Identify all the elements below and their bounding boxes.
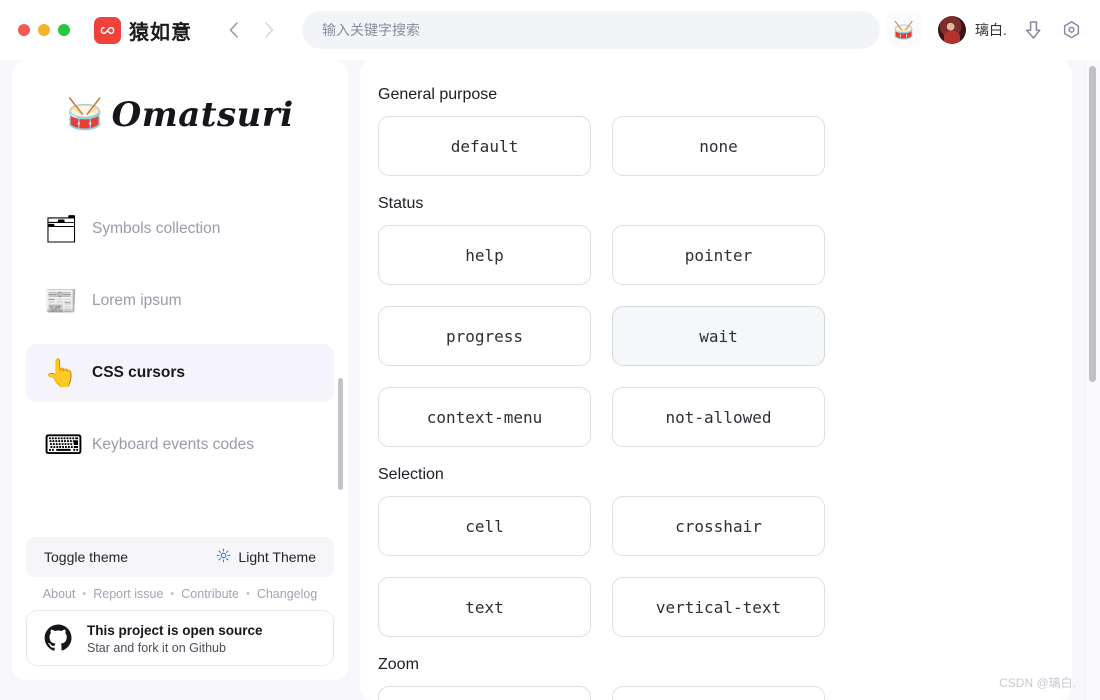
- cursor-grid: cell crosshair text vertical-text: [378, 496, 1042, 637]
- user-block[interactable]: 璃白.: [938, 16, 1007, 44]
- cursor-button-text[interactable]: text: [378, 577, 591, 637]
- section-title: Zoom: [378, 656, 419, 673]
- cursor-button-wait[interactable]: wait: [612, 306, 825, 366]
- omatsuri-wordmark: Omatsuri: [111, 95, 294, 135]
- cursor-button-zoom-out[interactable]: zoom-out: [612, 686, 825, 700]
- section-title: Status: [378, 195, 424, 212]
- cursor-grid: zoom-in zoom-out: [378, 686, 1042, 700]
- app-brand: 猿如意: [94, 16, 192, 45]
- document-icon: 📰: [44, 285, 78, 316]
- keyboard-icon: ⌨: [44, 429, 83, 460]
- page-body: 🥁 Omatsuri 🗂 Symbols collection 📰 Lorem …: [0, 60, 1100, 700]
- theme-name: Light Theme: [238, 549, 316, 565]
- sidebar-item-label: CSS cursors: [92, 364, 186, 381]
- sidebar-item-label: Lorem ipsum: [92, 292, 182, 309]
- sidebar-scrollbar-thumb[interactable]: [338, 378, 343, 490]
- link-separator: •: [245, 588, 250, 600]
- link-separator: •: [82, 588, 87, 600]
- section-status: Status help pointer progress wait contex…: [378, 195, 1042, 447]
- github-card[interactable]: This project is open source Star and for…: [26, 610, 334, 666]
- cursor-grid: default none: [378, 116, 1042, 176]
- search-input[interactable]: [322, 22, 860, 38]
- window-controls: [0, 24, 70, 36]
- watermark: CSDN @璃白.: [999, 676, 1076, 690]
- sidebar-footer: Toggle theme Light Theme About • Report …: [12, 537, 348, 680]
- sidebar-item-symbols-collection[interactable]: 🗂 Symbols collection: [26, 200, 334, 258]
- navigation-arrows: [222, 19, 280, 41]
- omatsuri-logo: 🥁 Omatsuri: [12, 60, 348, 156]
- page-scrollbar-thumb[interactable]: [1089, 66, 1096, 382]
- sidebar-item-lorem-ipsum[interactable]: 📰 Lorem ipsum: [26, 272, 334, 330]
- section-zoom: Zoom zoom-in zoom-out: [378, 656, 1042, 700]
- github-card-title: This project is open source: [87, 622, 263, 638]
- close-window-button[interactable]: [18, 24, 30, 36]
- section-general-purpose: General purpose default none: [378, 86, 1042, 176]
- github-card-text: This project is open source Star and for…: [87, 622, 263, 655]
- sidebar-item-label: Keyboard events codes: [92, 436, 254, 453]
- cursor-button-crosshair[interactable]: crosshair: [612, 496, 825, 556]
- sidebar-item-keyboard-events-codes[interactable]: ⌨ Keyboard events codes: [26, 416, 334, 474]
- main-panel: General purpose default none Status help…: [360, 60, 1072, 700]
- link-contribute[interactable]: Contribute: [181, 587, 239, 601]
- avatar: [938, 16, 966, 44]
- symbols-icon: 🗂: [44, 213, 79, 244]
- link-report-issue[interactable]: Report issue: [93, 587, 163, 601]
- search-bar[interactable]: [302, 11, 880, 49]
- link-separator: •: [170, 588, 175, 600]
- cursor-button-zoom-in[interactable]: zoom-in: [378, 686, 591, 700]
- footer-links: About • Report issue • Contribute • Chan…: [26, 577, 334, 610]
- user-name: 璃白.: [975, 22, 1007, 38]
- cursor-button-cell[interactable]: cell: [378, 496, 591, 556]
- cursor-button-default[interactable]: default: [378, 116, 591, 176]
- header-icons: [1023, 19, 1083, 41]
- github-card-subtitle: Star and fork it on Github: [87, 640, 226, 655]
- sidebar: 🥁 Omatsuri 🗂 Symbols collection 📰 Lorem …: [12, 60, 348, 680]
- github-icon: [43, 623, 73, 653]
- sun-icon: [216, 548, 231, 566]
- app-logo-icon: [94, 16, 121, 44]
- maximize-window-button[interactable]: [58, 24, 70, 36]
- cursor-button-pointer[interactable]: pointer: [612, 225, 825, 285]
- drummer-icon: 🥁: [66, 98, 104, 131]
- titlebar: 猿如意 🥁 璃白.: [0, 0, 1100, 60]
- section-title: General purpose: [378, 86, 498, 103]
- cursor-button-context-menu[interactable]: context-menu: [378, 387, 591, 447]
- omatsuri-tab-icon[interactable]: 🥁: [886, 12, 922, 48]
- forward-icon[interactable]: [258, 19, 280, 41]
- cursor-button-help[interactable]: help: [378, 225, 591, 285]
- link-changelog[interactable]: Changelog: [257, 587, 317, 601]
- toggle-theme-label: Toggle theme: [44, 549, 129, 565]
- cursor-button-not-allowed[interactable]: not-allowed: [612, 387, 825, 447]
- pointing-hand-icon: 👆: [44, 357, 78, 388]
- download-icon[interactable]: [1023, 19, 1045, 41]
- settings-icon[interactable]: [1061, 19, 1083, 41]
- link-about[interactable]: About: [43, 587, 76, 601]
- section-title: Selection: [378, 466, 444, 483]
- section-selection: Selection cell crosshair text vertical-t…: [378, 466, 1042, 637]
- theme-toggle[interactable]: Toggle theme Light Theme: [26, 537, 334, 577]
- sidebar-item-label: Symbols collection: [92, 220, 221, 237]
- cursor-grid: help pointer progress wait context-menu …: [378, 225, 1042, 447]
- cursor-button-vertical-text[interactable]: vertical-text: [612, 577, 825, 637]
- sidebar-item-css-cursors[interactable]: 👆 CSS cursors: [26, 344, 334, 402]
- minimize-window-button[interactable]: [38, 24, 50, 36]
- app-name: 猿如意: [129, 21, 192, 44]
- cursor-button-progress[interactable]: progress: [378, 306, 591, 366]
- back-icon[interactable]: [222, 19, 244, 41]
- current-theme: Light Theme: [216, 548, 316, 566]
- sidebar-nav: 🗂 Symbols collection 📰 Lorem ipsum 👆 CSS…: [12, 200, 348, 474]
- cursor-button-none[interactable]: none: [612, 116, 825, 176]
